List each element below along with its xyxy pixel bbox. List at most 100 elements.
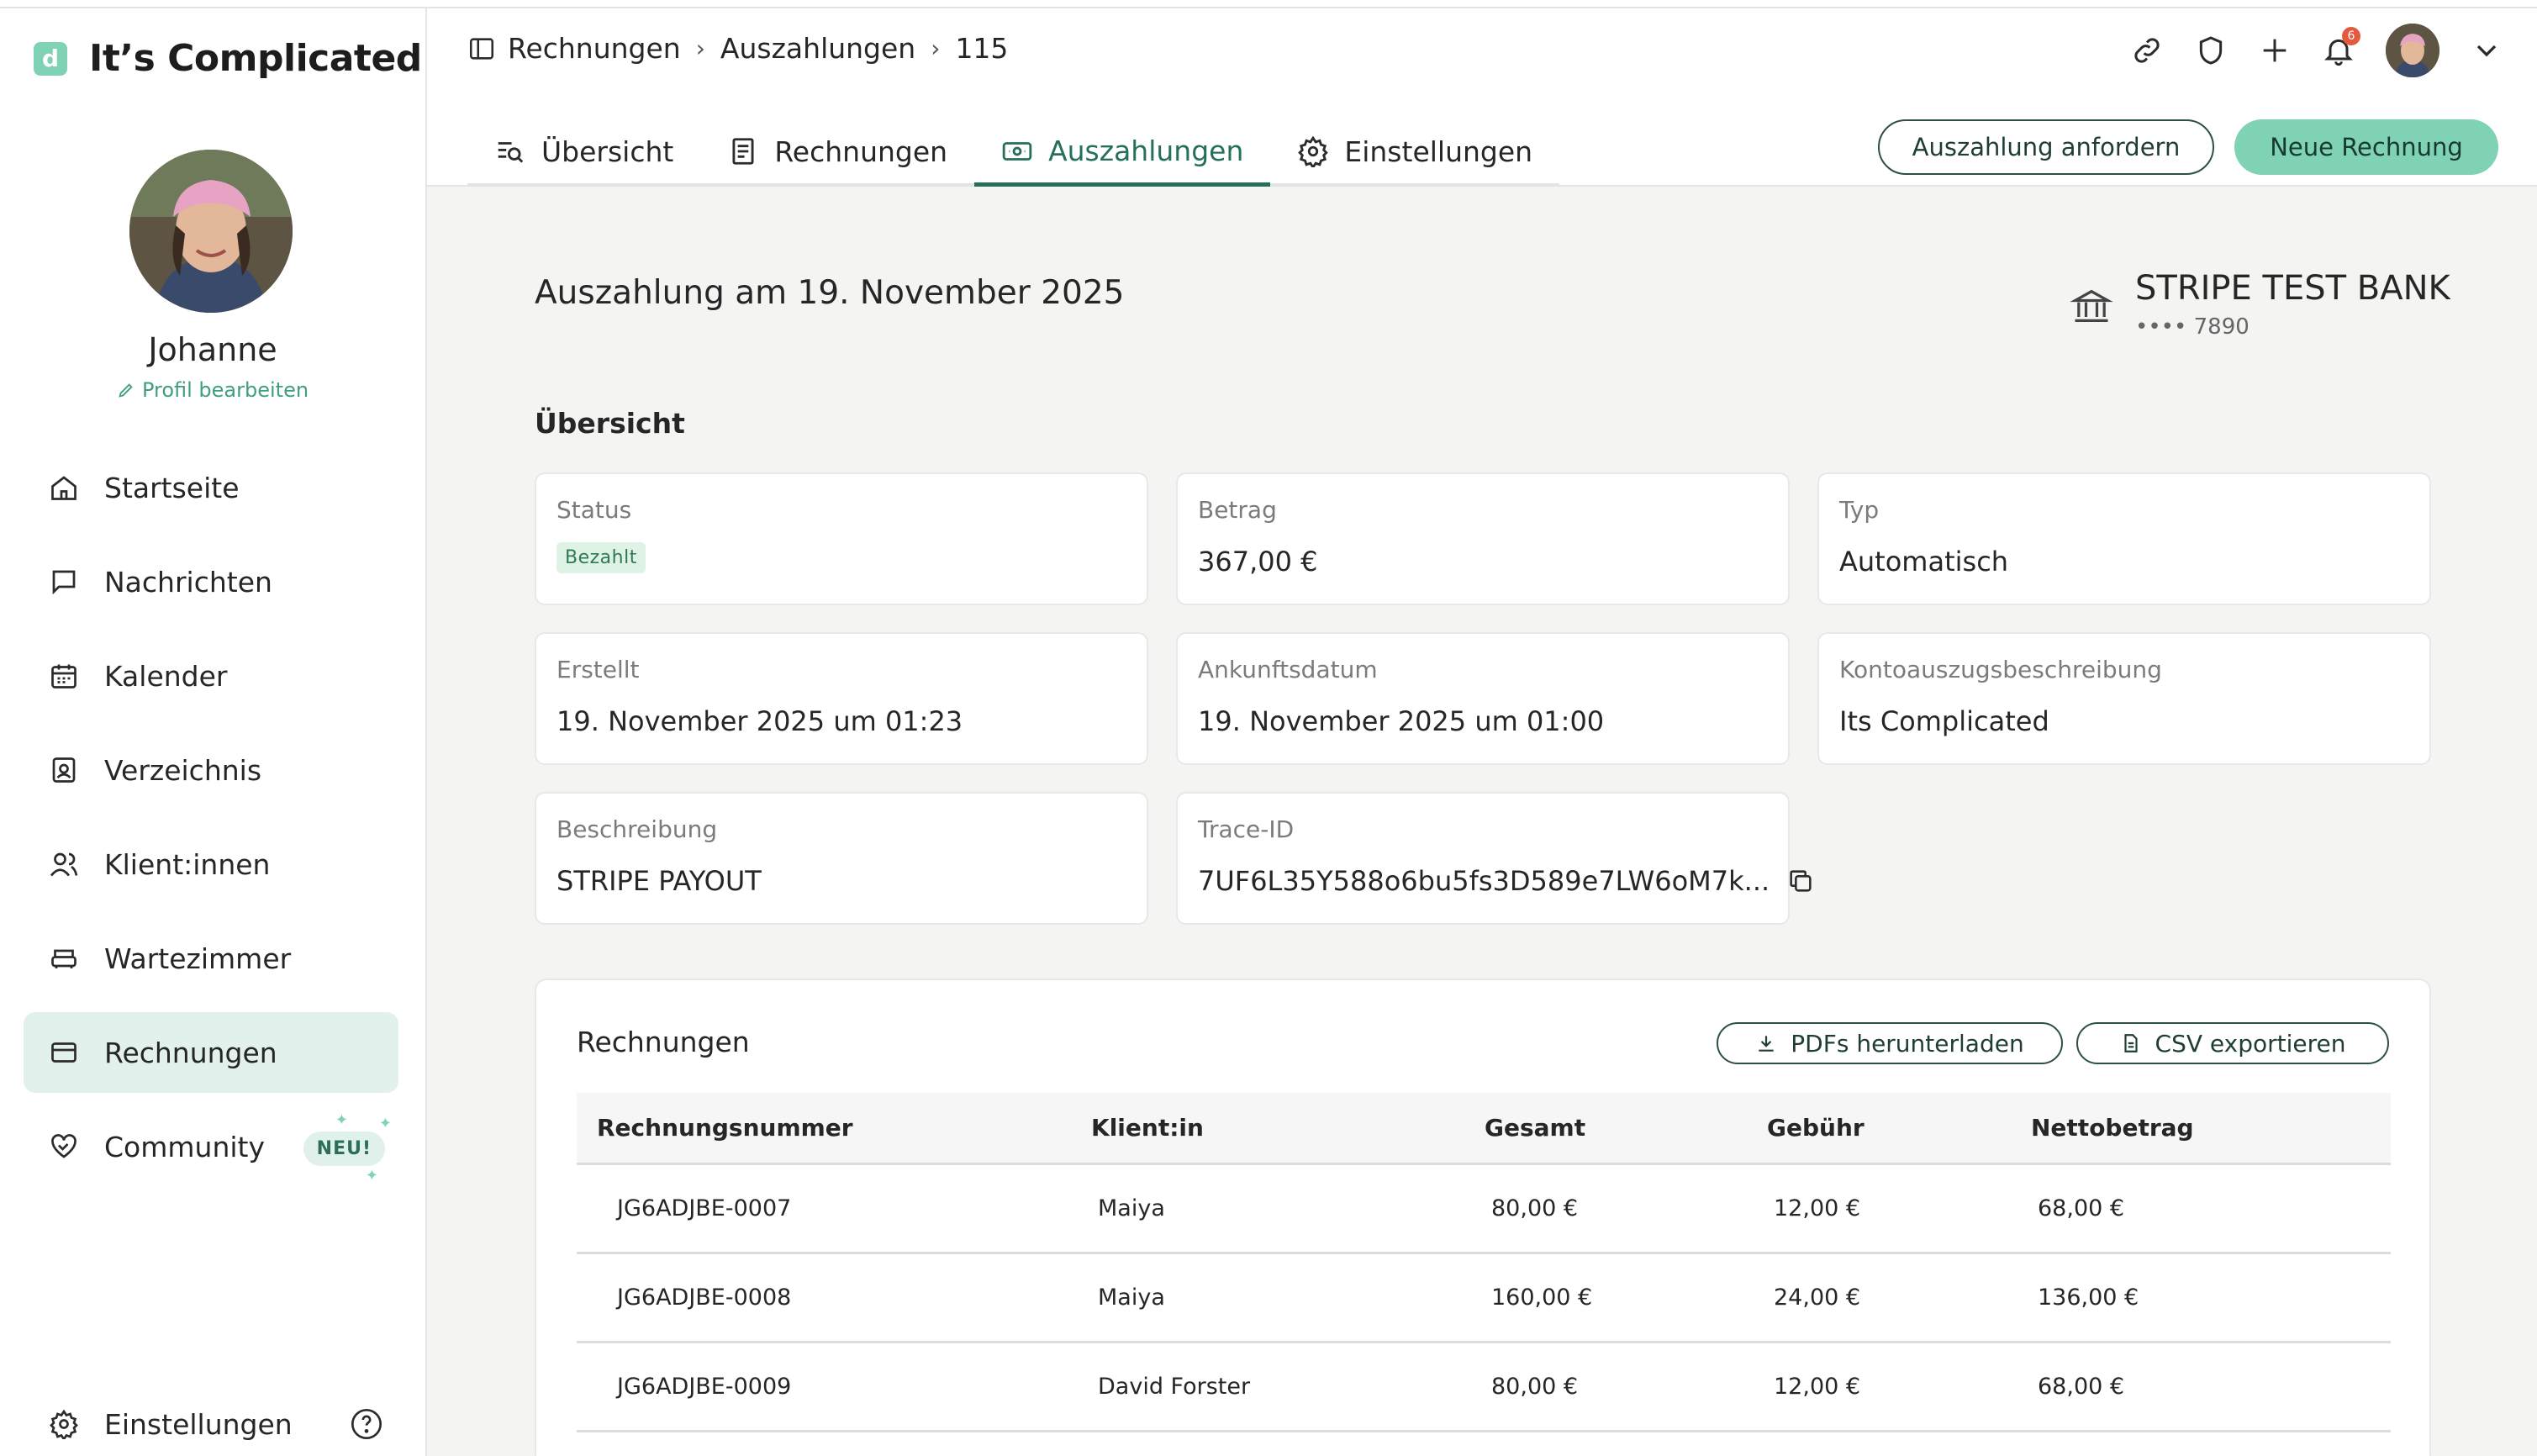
table-row[interactable]: JG6ADJBE-0009 David Forster 80,00 € 12,0… [577, 1343, 2391, 1432]
avatar[interactable] [129, 150, 293, 313]
directory-icon [47, 753, 81, 787]
copy-icon[interactable] [1786, 867, 1815, 895]
user-avatar[interactable] [2386, 24, 2439, 77]
chevron-down-icon[interactable] [2470, 34, 2503, 67]
brand[interactable]: d It’s Complicated [34, 37, 422, 80]
gear-icon [47, 1407, 81, 1441]
overview-heading: Übersicht [535, 407, 685, 440]
net-amount: 68,00 € [2038, 1374, 2125, 1400]
sidebar-item-rechnungen[interactable]: Rechnungen [24, 1012, 398, 1093]
arrival-card: Ankunftsdatum 19. November 2025 um 01:00 [1176, 632, 1790, 765]
calendar-icon [47, 659, 81, 693]
client-name: David Forster [1098, 1374, 1251, 1400]
card-value: 367,00 € [1198, 546, 1318, 578]
help-icon[interactable] [350, 1407, 383, 1441]
column-header[interactable]: Gesamt [1485, 1114, 1767, 1142]
card-label: Beschreibung [556, 815, 718, 843]
sidebar-item-wartezimmer[interactable]: Wartezimmer [24, 918, 398, 999]
chevron-right-icon: › [695, 34, 705, 62]
plus-icon[interactable] [2258, 34, 2292, 67]
message-icon [47, 565, 81, 599]
file-icon [2120, 1032, 2142, 1054]
trace-card: Trace-ID 7UF6L35Y588o6bu5fs3D589e7LW6oM7… [1176, 792, 1812, 925]
sparkle-icon: ✦ [335, 1111, 348, 1129]
bell-icon[interactable]: 6 [2322, 27, 2360, 67]
breadcrumb-item[interactable]: Auszahlungen [720, 32, 915, 65]
tab-rechnungen[interactable]: Rechnungen [700, 119, 975, 187]
bank-account: •••• 7890 [2135, 314, 2250, 340]
header-actions: 6 [2130, 24, 2503, 77]
sidebar-item-verzeichnis[interactable]: Verzeichnis [24, 730, 398, 810]
sidebar-item-label: Wartezimmer [104, 942, 292, 975]
sidebar-toggle-icon[interactable] [467, 34, 496, 63]
sidebar-item-label: Community [104, 1130, 265, 1163]
sidebar-item-label: Verzeichnis [104, 753, 262, 787]
column-header[interactable]: Klient:in [1091, 1114, 1485, 1142]
breadcrumb: Rechnungen › Auszahlungen › 115 [467, 32, 1008, 65]
invoice-number: JG6ADJBE-0007 [617, 1195, 792, 1221]
settings-label: Einstellungen [104, 1407, 293, 1441]
bank-name: STRIPE TEST BANK [2135, 269, 2450, 308]
client-name: Maiya [1098, 1285, 1165, 1311]
tab-auszahlungen[interactable]: Auszahlungen [974, 119, 1271, 187]
column-header[interactable]: Nettobetrag [2031, 1114, 2391, 1142]
invoice-number: JG6ADJBE-0009 [617, 1374, 792, 1400]
page-title: Auszahlung am 19. November 2025 [535, 274, 1125, 312]
invoice-icon [727, 135, 759, 167]
card-label: Status [556, 496, 632, 524]
new-invoice-button[interactable]: Neue Rechnung [2234, 119, 2498, 175]
tab-label: Einstellungen [1344, 135, 1533, 168]
pencil-icon [117, 381, 135, 399]
status-badge: Bezahlt [556, 542, 646, 573]
button-label: PDFs herunterladen [1791, 1029, 2024, 1058]
breadcrumb-item[interactable]: Rechnungen [508, 32, 681, 65]
invoices-heading: Rechnungen [577, 1026, 750, 1058]
edit-profile-label: Profil bearbeiten [141, 378, 309, 402]
sidebar-item-kalender[interactable]: Kalender [24, 636, 398, 716]
sidebar-item-label: Kalender [104, 659, 228, 693]
created-card: Erstellt 19. November 2025 um 01:23 [535, 632, 1148, 765]
gear-icon [1297, 135, 1329, 167]
link-icon[interactable] [2130, 34, 2164, 67]
sidebar-nav: Startseite Nachrichten Kalender Verzeich… [24, 447, 398, 1200]
shield-icon[interactable] [2194, 34, 2228, 67]
column-header[interactable]: Rechnungsnummer [577, 1114, 1091, 1142]
overview-icon [494, 135, 526, 167]
tab-bar: Übersicht Rechnungen Auszahlungen Einste… [467, 119, 1560, 187]
top-header: Rechnungen › Auszahlungen › 115 6 Übersi… [427, 8, 2537, 187]
sidebar-item-klientinnen[interactable]: Klient:innen [24, 824, 398, 905]
table-row[interactable]: JG6ADJBE-0008 Maiya 160,00 € 24,00 € 136… [577, 1254, 2391, 1343]
chevron-right-icon: › [931, 34, 941, 62]
column-header[interactable]: Gebühr [1767, 1114, 2031, 1142]
tab-label: Auszahlungen [1048, 135, 1244, 167]
tab-einstellungen[interactable]: Einstellungen [1270, 119, 1560, 187]
breadcrumb-current: 115 [955, 32, 1009, 65]
table-header: Rechnungsnummer Klient:in Gesamt Gebühr … [577, 1093, 2391, 1165]
client-name: Maiya [1098, 1195, 1165, 1221]
request-payout-button[interactable]: Auszahlung anfordern [1878, 119, 2214, 175]
export-csv-button[interactable]: CSV exportieren [2076, 1022, 2389, 1064]
download-pdfs-button[interactable]: PDFs herunterladen [1717, 1022, 2063, 1064]
card-label: Kontoauszugsbeschreibung [1839, 656, 2162, 683]
bank-info: STRIPE TEST BANK •••• 7890 [2070, 269, 2450, 340]
invoice-number: JG6ADJBE-0008 [617, 1285, 792, 1311]
invoices-table: Rechnungsnummer Klient:in Gesamt Gebühr … [577, 1093, 2391, 1432]
sidebar-item-community[interactable]: Community NEU! ✦ ✦ ✦ [24, 1106, 398, 1187]
sidebar-item-startseite[interactable]: Startseite [24, 447, 398, 528]
table-row[interactable]: JG6ADJBE-0007 Maiya 80,00 € 12,00 € 68,0… [577, 1165, 2391, 1254]
fee-amount: 24,00 € [1774, 1285, 1861, 1311]
tab-label: Übersicht [541, 135, 674, 168]
tab-uebersicht[interactable]: Übersicht [467, 119, 701, 187]
card-label: Erstellt [556, 656, 640, 683]
notification-count: 6 [2342, 27, 2360, 45]
sidebar-item-nachrichten[interactable]: Nachrichten [24, 541, 398, 622]
new-badge: NEU! [303, 1132, 385, 1166]
home-icon [47, 471, 81, 504]
status-card: Status Bezahlt [535, 472, 1148, 605]
fee-amount: 12,00 € [1774, 1195, 1861, 1221]
edit-profile-link[interactable]: Profil bearbeiten [0, 378, 425, 402]
button-label: CSV exportieren [2155, 1029, 2346, 1058]
trace-id-value[interactable]: 7UF6L35Y588o6bu5fs3D589e7LW6oM7k... [1198, 865, 1770, 897]
sidebar-item-einstellungen[interactable]: Einstellungen [24, 1384, 398, 1456]
type-card: Typ Automatisch [1817, 472, 2431, 605]
